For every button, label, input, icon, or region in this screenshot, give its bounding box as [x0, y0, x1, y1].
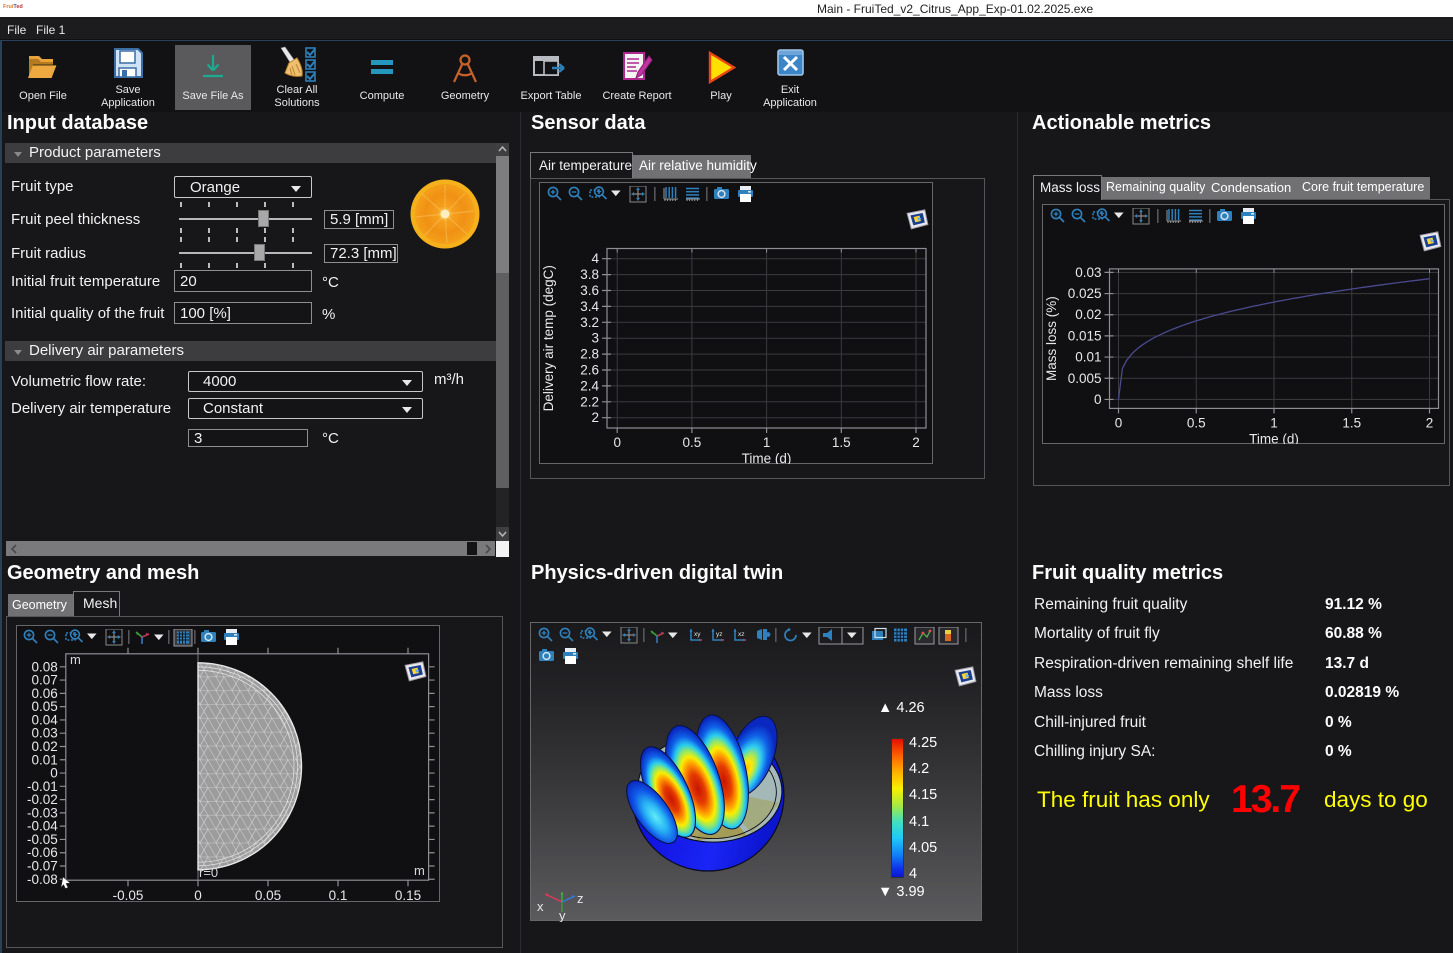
svg-text:z: z — [577, 891, 584, 906]
svg-text:1.5: 1.5 — [832, 435, 851, 450]
svg-text:0: 0 — [613, 435, 621, 450]
svg-text:2: 2 — [1426, 415, 1434, 430]
svg-text:1: 1 — [763, 435, 771, 450]
svg-text:3.6: 3.6 — [580, 283, 599, 298]
svg-text:Time (d): Time (d) — [1249, 431, 1299, 444]
svg-text:0.03: 0.03 — [1075, 265, 1101, 280]
svg-text:yz: yz — [716, 631, 723, 638]
svg-text:y: y — [559, 908, 566, 922]
svg-text:Mass loss (%): Mass loss (%) — [1044, 296, 1059, 381]
svg-text:2: 2 — [912, 435, 920, 450]
svg-text:x: x — [537, 899, 544, 914]
svg-text:0.5: 0.5 — [1187, 415, 1206, 430]
svg-text:2: 2 — [591, 410, 599, 425]
svg-text:0.01: 0.01 — [1075, 350, 1101, 365]
svg-text:0.02: 0.02 — [1075, 307, 1101, 322]
svg-text:2.8: 2.8 — [580, 347, 599, 362]
svg-text:-0.05: -0.05 — [113, 888, 144, 902]
svg-text:2.6: 2.6 — [580, 363, 599, 378]
svg-text:0.025: 0.025 — [1068, 286, 1102, 301]
svg-text:3.8: 3.8 — [580, 267, 599, 282]
svg-text:0.1: 0.1 — [329, 888, 348, 902]
svg-text:0: 0 — [1094, 392, 1102, 407]
svg-text:r=0: r=0 — [199, 865, 218, 880]
svg-text:Time (d): Time (d) — [742, 451, 792, 464]
svg-text:0.5: 0.5 — [683, 435, 702, 450]
svg-text:m: m — [70, 652, 81, 667]
svg-text:0.05: 0.05 — [255, 888, 281, 902]
svg-text:2.4: 2.4 — [580, 378, 599, 393]
svg-text:Delivery air temp (degC): Delivery air temp (degC) — [541, 265, 556, 411]
svg-text:3.2: 3.2 — [580, 315, 599, 330]
svg-text:0.015: 0.015 — [1068, 328, 1102, 343]
svg-text:2.2: 2.2 — [580, 394, 599, 409]
svg-text:1.5: 1.5 — [1342, 415, 1361, 430]
svg-text:xz: xz — [738, 631, 745, 638]
svg-text:0.005: 0.005 — [1068, 371, 1102, 386]
svg-text:-0.08: -0.08 — [27, 872, 58, 887]
svg-text:0: 0 — [1115, 415, 1123, 430]
svg-text:xy: xy — [694, 631, 701, 638]
svg-text:3: 3 — [591, 331, 599, 346]
svg-text:m: m — [414, 863, 425, 878]
svg-text:1: 1 — [1270, 415, 1278, 430]
svg-text:4: 4 — [591, 251, 599, 266]
svg-text:3.4: 3.4 — [580, 299, 599, 314]
svg-text:0: 0 — [194, 888, 202, 902]
svg-text:0.15: 0.15 — [395, 888, 421, 902]
